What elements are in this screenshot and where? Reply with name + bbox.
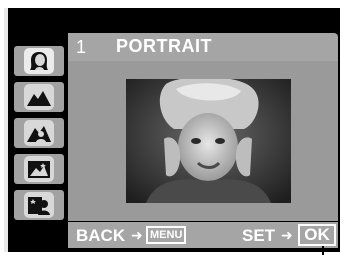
ok-button[interactable]: OK (298, 224, 336, 246)
landscape-portrait-icon (24, 120, 54, 146)
scene-mode-night-scene[interactable] (14, 154, 64, 184)
scene-mode-landscape-portrait[interactable] (14, 118, 64, 148)
scene-mode-landscape[interactable] (14, 82, 64, 112)
menu-button[interactable]: MENU (146, 226, 187, 244)
back-label: BACK (76, 226, 126, 245)
portrait-icon (24, 48, 54, 74)
landscape-icon (24, 84, 54, 110)
mode-number: 1 (76, 37, 87, 57)
scene-mode-night-portrait[interactable] (14, 190, 64, 220)
scene-mode-list (14, 46, 66, 274)
arrow-right-icon: ➜ (281, 227, 293, 243)
night-scene-icon (24, 156, 54, 182)
mode-title-bar: 1 PORTRAIT (68, 33, 338, 61)
night-portrait-icon (24, 192, 54, 218)
arrow-right-icon: ➜ (131, 227, 143, 243)
mode-title: PORTRAIT (116, 36, 212, 56)
camera-screen: 1 PORTRAIT BACK ➜ MENU SET ➜ OK (0, 0, 346, 274)
sample-portrait-image (126, 79, 291, 203)
button-guide-bar: BACK ➜ MENU SET ➜ OK (68, 222, 338, 248)
scene-mode-portrait[interactable] (14, 46, 64, 76)
frame-edge (340, 8, 346, 252)
callout-line (319, 250, 327, 252)
scroll-down-arrow-icon[interactable] (46, 266, 60, 274)
set-label: SET (242, 226, 276, 245)
frame-edge (4, 8, 8, 252)
